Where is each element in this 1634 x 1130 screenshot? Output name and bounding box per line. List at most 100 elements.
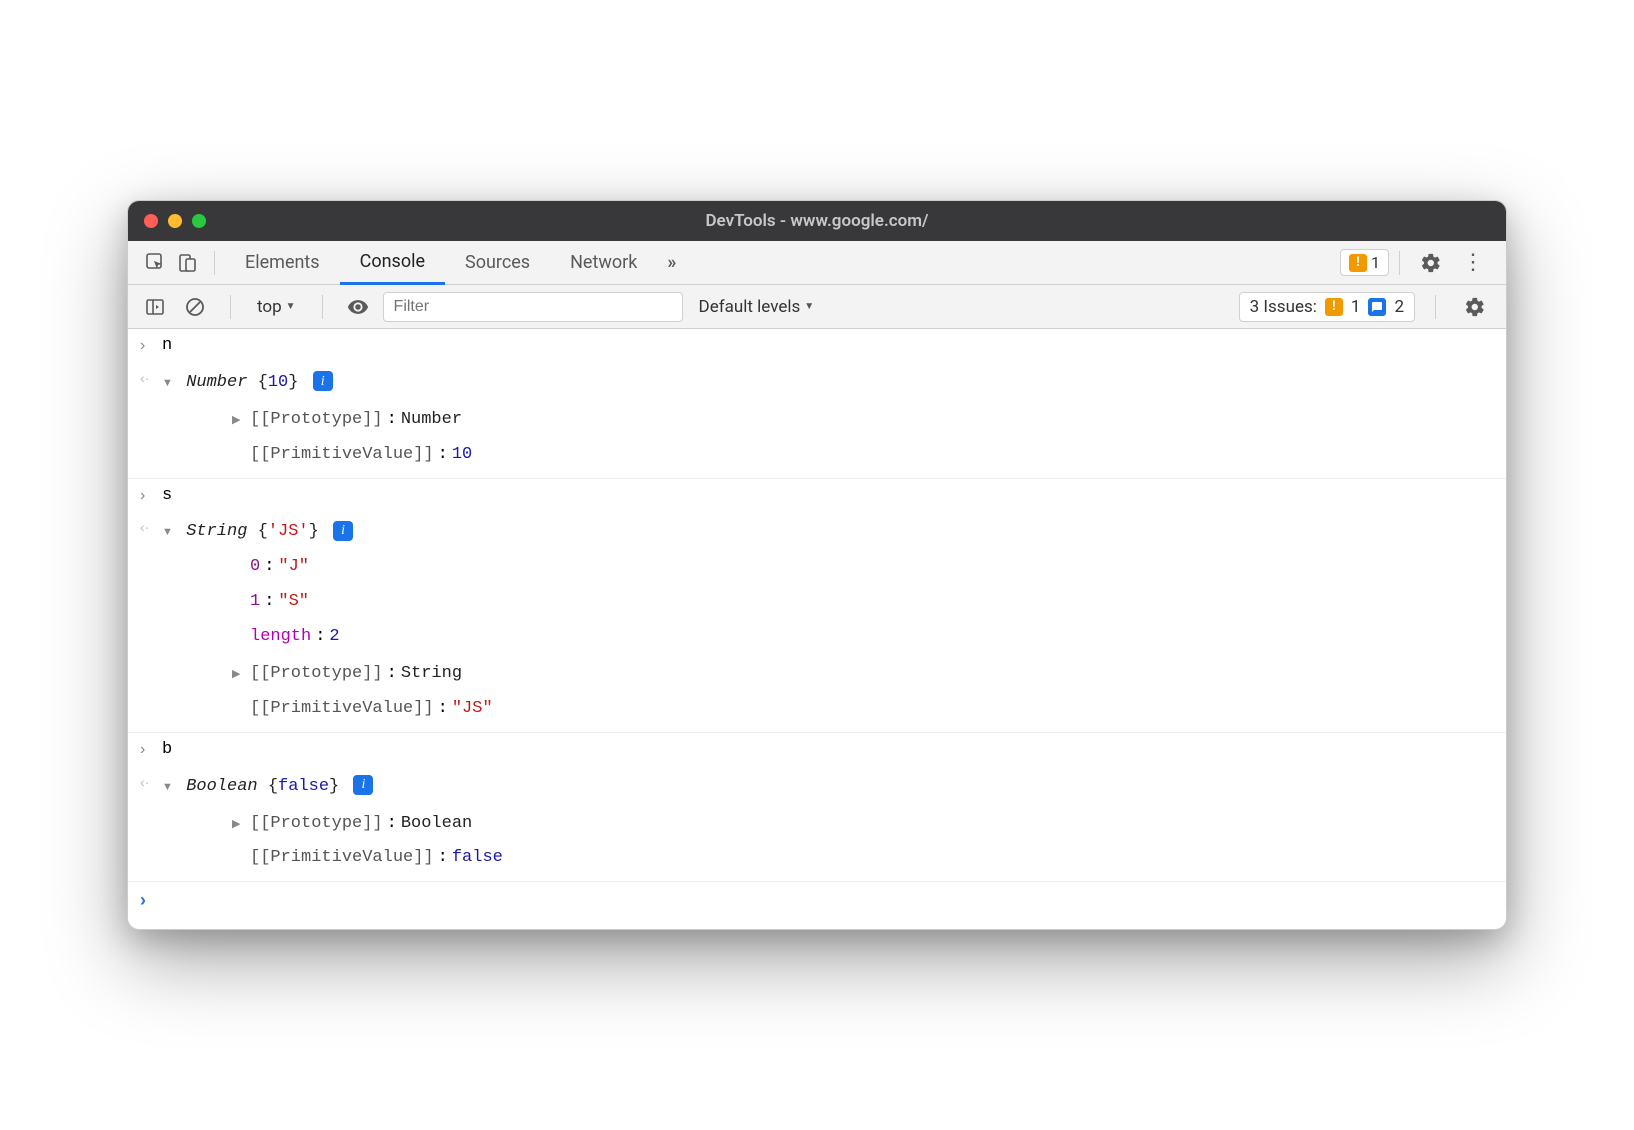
property-key: length <box>250 623 311 652</box>
input-marker-icon <box>140 482 162 511</box>
devtools-tabbar: Elements Console Sources Network » ! 1 ⋮ <box>128 241 1506 285</box>
console-output-row: ‹· Number {10} i <box>128 364 1506 401</box>
property-value: Number <box>401 406 462 435</box>
close-window-button[interactable] <box>144 214 158 228</box>
property-key: [[Prototype]] <box>250 660 383 689</box>
tabs-overflow-button[interactable]: » <box>657 241 686 285</box>
divider <box>230 295 231 319</box>
maximize-window-button[interactable] <box>192 214 206 228</box>
property-row: 0: "J" <box>128 550 1506 585</box>
property-value: "JS" <box>452 695 493 724</box>
log-levels-label: Default levels <box>699 297 801 317</box>
property-key: [[PrimitiveValue]] <box>250 844 434 873</box>
issues-summary[interactable]: 3 Issues: ! 1 2 <box>1239 292 1415 322</box>
console-output: n‹· Number {10} i [[Prototype]]: Number … <box>128 329 1506 929</box>
titlebar: DevTools - www.google.com/ <box>128 201 1506 241</box>
property-key: [[Prototype]] <box>250 810 383 839</box>
property-value: String <box>401 660 462 689</box>
minimize-window-button[interactable] <box>168 214 182 228</box>
tab-console[interactable]: Console <box>340 241 445 285</box>
log-levels-selector[interactable]: Default levels ▼ <box>693 297 821 317</box>
constructor-name: Number <box>186 373 257 392</box>
property-value: Boolean <box>401 810 472 839</box>
expand-toggle[interactable] <box>162 367 176 396</box>
divider <box>214 251 215 275</box>
output-marker-icon: ‹· <box>140 516 162 547</box>
console-input-text: n <box>162 332 1494 361</box>
context-selector-label: top <box>257 297 282 317</box>
info-icon[interactable]: i <box>353 775 373 795</box>
property-row: 1: "S" <box>128 585 1506 620</box>
issues-label: 3 Issues: <box>1250 297 1317 317</box>
property-value: 2 <box>329 623 339 652</box>
property-row: [[Prototype]]: Boolean <box>128 805 1506 842</box>
tab-elements[interactable]: Elements <box>225 241 340 285</box>
output-marker-icon: ‹· <box>140 771 162 802</box>
traffic-lights <box>144 214 206 228</box>
property-row: [[PrimitiveValue]]: false <box>128 841 1506 882</box>
warnings-count: 1 <box>1371 253 1380 272</box>
summary-value: 10 <box>268 373 288 392</box>
console-input-text: s <box>162 482 1494 511</box>
console-prompt[interactable] <box>128 882 1506 919</box>
property-key: 0 <box>250 553 260 582</box>
device-toolbar-icon[interactable] <box>172 247 204 279</box>
input-marker-icon <box>140 332 162 361</box>
summary-value: 'JS' <box>268 522 309 541</box>
warning-icon: ! <box>1349 254 1367 272</box>
property-value: false <box>452 844 503 873</box>
expand-toggle[interactable] <box>232 404 246 433</box>
property-value: 10 <box>452 441 472 470</box>
settings-icon[interactable] <box>1410 252 1452 274</box>
output-marker-icon: ‹· <box>140 367 162 398</box>
expand-toggle[interactable] <box>162 516 176 545</box>
property-key: 1 <box>250 588 260 617</box>
tab-sources[interactable]: Sources <box>445 241 550 285</box>
console-output-row: ‹· Boolean {false} i <box>128 768 1506 805</box>
divider <box>1399 251 1400 275</box>
filter-input[interactable] <box>383 292 683 322</box>
warnings-badge[interactable]: ! 1 <box>1340 249 1389 276</box>
issues-warn-count: 1 <box>1351 297 1361 317</box>
inspect-element-icon[interactable] <box>140 247 172 279</box>
console-toolbar: top ▼ Default levels ▼ 3 Issues: ! 1 2 <box>128 285 1506 329</box>
message-icon <box>1368 298 1386 316</box>
console-settings-icon[interactable] <box>1456 296 1494 318</box>
property-key: [[PrimitiveValue]] <box>250 695 434 724</box>
constructor-name: Boolean <box>186 777 268 796</box>
console-input-row: n <box>128 329 1506 364</box>
property-value: "J" <box>278 553 309 582</box>
expand-toggle[interactable] <box>232 808 246 837</box>
tab-network[interactable]: Network <box>550 241 657 285</box>
property-key: [[PrimitiveValue]] <box>250 441 434 470</box>
property-value: "S" <box>278 588 309 617</box>
console-input-row: b <box>128 733 1506 768</box>
window-title: DevTools - www.google.com/ <box>128 211 1506 231</box>
warning-icon: ! <box>1325 298 1343 316</box>
info-icon[interactable]: i <box>333 521 353 541</box>
context-selector[interactable]: top ▼ <box>251 297 302 317</box>
info-icon[interactable]: i <box>313 371 333 391</box>
property-key: [[Prototype]] <box>250 406 383 435</box>
divider <box>322 295 323 319</box>
toggle-console-sidebar-icon[interactable] <box>140 292 170 322</box>
constructor-name: String <box>186 522 257 541</box>
more-menu-icon[interactable]: ⋮ <box>1452 250 1494 275</box>
clear-console-icon[interactable] <box>180 292 210 322</box>
console-output-row: ‹· String {'JS'} i <box>128 513 1506 550</box>
prompt-marker-icon <box>140 885 162 916</box>
console-input-row: s <box>128 479 1506 514</box>
expand-toggle[interactable] <box>232 658 246 687</box>
devtools-window: DevTools - www.google.com/ Elements Cons… <box>127 200 1507 930</box>
property-row: [[Prototype]]: Number <box>128 401 1506 438</box>
expand-toggle[interactable] <box>162 771 176 800</box>
property-row: [[PrimitiveValue]]: 10 <box>128 438 1506 479</box>
property-row: [[PrimitiveValue]]: "JS" <box>128 692 1506 733</box>
property-row: length: 2 <box>128 620 1506 655</box>
live-expression-icon[interactable] <box>343 292 373 322</box>
console-input-text: b <box>162 736 1494 765</box>
chevron-down-icon: ▼ <box>804 301 814 312</box>
property-row: [[Prototype]]: String <box>128 655 1506 692</box>
summary-value: false <box>278 777 329 796</box>
issues-msg-count: 2 <box>1394 297 1404 317</box>
